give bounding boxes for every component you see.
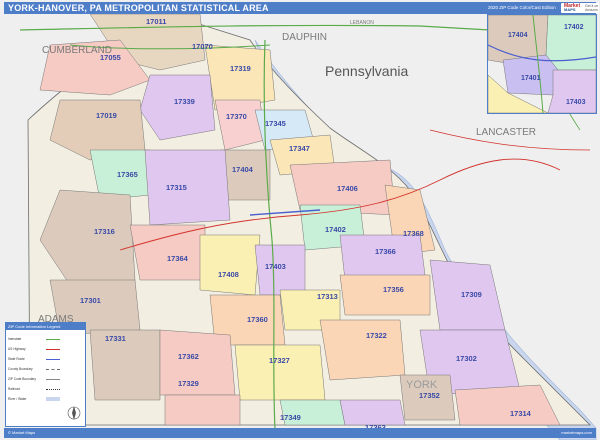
legend-interstate-symbol [46, 339, 60, 340]
legend-row: County Boundary [8, 367, 33, 371]
compass-icon [67, 406, 81, 420]
zip-area-17329 [164, 394, 241, 426]
zip-label: 17345 [265, 119, 286, 128]
logo-bottom: MAPS [564, 7, 576, 12]
county-label-lancaster: LANCASTER [476, 127, 536, 138]
zip-area-17356 [339, 274, 431, 316]
zip-area-17327 [234, 344, 326, 401]
zip-label: 17302 [456, 354, 477, 363]
legend-water-symbol [46, 397, 60, 401]
footer-left: © Market Maps [8, 430, 36, 435]
zip-label: 17366 [375, 247, 396, 256]
zip-label: 17368 [403, 229, 424, 238]
zip-label: 17404 [232, 165, 254, 174]
zip-label: 17329 [178, 379, 199, 388]
inset-zip-label: 17403 [566, 99, 586, 106]
zip-area-17315 [144, 149, 231, 226]
legend-row: Interstate [8, 337, 22, 341]
zip-label: 17370 [226, 112, 247, 121]
legend-zip-symbol [46, 379, 60, 380]
footer-right: marketmaps.com [561, 430, 592, 435]
inset-svg: 17404 17402 17401 17403 [488, 15, 596, 113]
legend: ZIP Code Information Legend Interstate U… [5, 322, 86, 427]
zip-area-17366 [339, 234, 426, 281]
zip-label: 17327 [269, 356, 290, 365]
inset-zip-label: 17401 [521, 75, 541, 82]
zip-label: 17364 [167, 254, 189, 263]
edition-label: 2020 ZIP Code Color/Cast Edition [488, 5, 556, 10]
zip-area-17322 [319, 319, 406, 381]
legend-row: Railroad [8, 387, 20, 391]
inset-zip-label: 17404 [508, 32, 528, 39]
legend-title: ZIP Code Information Legend [6, 323, 85, 330]
legend-county-symbol [46, 369, 60, 370]
title-bar: YORK-HANOVER, PA METROPOLITAN STATISTICA… [4, 2, 599, 14]
inset-zip-area-17403 [547, 69, 596, 113]
publisher-logo[interactable]: Market MAPS Get it on Amazon [561, 3, 599, 13]
inset-zip-label: 17402 [564, 24, 584, 31]
footer-bar: © Market Maps marketmaps.com [4, 428, 596, 438]
zip-label: 17406 [337, 184, 358, 193]
zip-label: 17362 [178, 352, 199, 361]
legend-highway-symbol [46, 349, 60, 350]
zip-area-17363 [339, 399, 406, 426]
zip-label: 17365 [117, 170, 138, 179]
zip-label: 17349 [280, 413, 301, 422]
map-frame: CUMBERLAND DAUPHIN LEBANON LANCASTER ADA… [0, 0, 600, 440]
zip-label: 17322 [366, 331, 387, 340]
zip-label: 17347 [289, 144, 310, 153]
zip-label: 17011 [146, 17, 166, 26]
county-label-lebanon: LEBANON [350, 20, 374, 26]
legend-row: River / Water [8, 397, 27, 401]
legend-row: US Highway [8, 347, 26, 351]
zip-label: 17356 [383, 285, 404, 294]
zip-label: 17070 [192, 42, 213, 51]
county-label-york: YORK [406, 379, 438, 391]
zip-label: 17408 [218, 270, 239, 279]
legend-row: State Route [8, 357, 25, 361]
zip-label: 17313 [317, 292, 338, 301]
legend-route-symbol [46, 359, 60, 360]
zip-label: 17402 [325, 225, 346, 234]
zip-label: 17360 [247, 315, 268, 324]
zip-label: 17319 [230, 64, 251, 73]
map-title: YORK-HANOVER, PA METROPOLITAN STATISTICA… [8, 3, 269, 13]
zip-label: 17403 [265, 262, 286, 271]
zip-label: 17309 [461, 290, 482, 299]
zip-area-17408 [199, 234, 261, 296]
zip-label: 17315 [166, 183, 187, 192]
zip-label: 17331 [105, 334, 126, 343]
zip-label: 17314 [510, 409, 532, 418]
inset-map: 17404 17402 17401 17403 [487, 14, 597, 114]
zip-label: 17352 [419, 391, 440, 400]
legend-row: ZIP Code Boundary [8, 377, 36, 381]
zip-label: 17019 [96, 111, 117, 120]
county-label-dauphin: DAUPHIN [282, 32, 327, 43]
zip-label: 17301 [80, 296, 101, 305]
zip-label: 17339 [174, 97, 195, 106]
legend-rail-symbol [46, 389, 60, 390]
logo-side: Get it on Amazon [585, 4, 599, 12]
state-label: Pennsylvania [325, 63, 408, 79]
zip-area-17364 [129, 224, 206, 281]
zip-label: 17316 [94, 227, 115, 236]
zip-label: 17055 [100, 53, 121, 62]
